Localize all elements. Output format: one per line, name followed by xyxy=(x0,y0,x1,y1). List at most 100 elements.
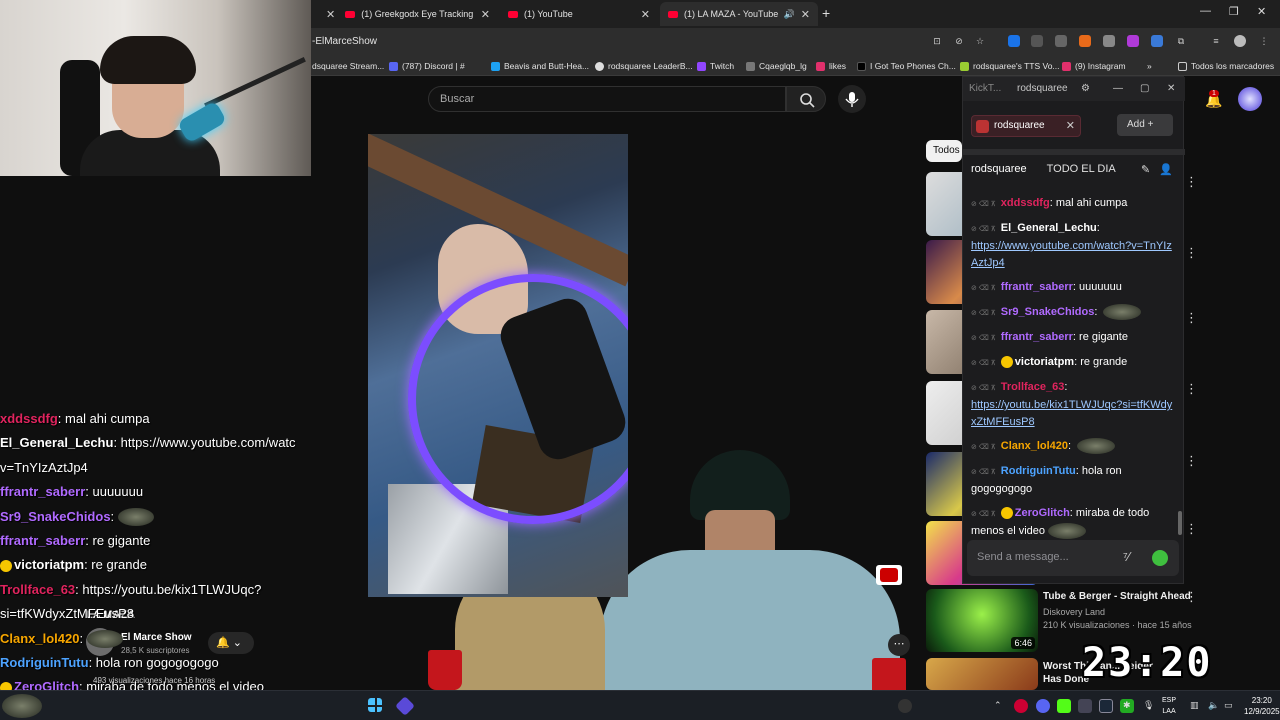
close-window-icon[interactable]: ✕ xyxy=(1257,5,1266,18)
windows-start-icon[interactable] xyxy=(368,698,382,712)
discord-icon[interactable] xyxy=(1036,699,1050,713)
video-player[interactable] xyxy=(368,134,628,597)
star-icon[interactable]: ☆ xyxy=(974,35,986,47)
extension-icon[interactable] xyxy=(1079,35,1091,47)
chat-message[interactable]: ⊘ ⌫ ⊼ ffrantr_saberr: re gigante xyxy=(971,329,1177,347)
bookmark-item[interactable]: rodsquaree's TTS Vo... xyxy=(960,61,1060,71)
moderation-icons[interactable]: ⊘ ⌫ ⊼ xyxy=(971,221,996,238)
more-actions-button[interactable]: ⋯ xyxy=(888,634,910,656)
chat-message[interactable]: ⊘ ⌫ ⊼ Clanx_lol420: xyxy=(971,438,1177,456)
language-indicator[interactable]: ESP LAA xyxy=(1162,695,1176,717)
chat-username[interactable]: xddssdfg xyxy=(1001,197,1050,209)
more-options-icon[interactable]: ⋮ xyxy=(1185,174,1198,190)
app-icon[interactable] xyxy=(395,696,415,716)
bookmark-item[interactable]: (9) Instagram xyxy=(1062,61,1126,71)
chat-username[interactable]: Sr9_SnakeChidos xyxy=(1001,306,1095,318)
chat-username[interactable]: Clanx_lol420 xyxy=(1001,440,1068,452)
chat-link[interactable]: https://youtu.be/kix1TLWJUqc?si=tfKWdyxZ… xyxy=(971,399,1172,428)
more-options-icon[interactable]: ⋮ xyxy=(1185,589,1198,605)
recommendation-title[interactable]: Tube & Berger - Straight Ahead xyxy=(1043,591,1191,602)
more-options-icon[interactable]: ⋮ xyxy=(1185,453,1198,469)
chat-message[interactable]: ⊘ ⌫ ⊼ victoriatpm: re grande xyxy=(971,354,1177,372)
microphone-icon[interactable]: 🎙 xyxy=(1143,700,1154,711)
tray-app-icon[interactable] xyxy=(1014,699,1028,713)
youtube-logo-icon[interactable] xyxy=(876,565,902,585)
close-icon[interactable]: ✕ xyxy=(326,8,335,21)
account-avatar[interactable] xyxy=(1238,87,1262,111)
kicktalk-window-title[interactable]: rodsquaree xyxy=(1017,83,1068,94)
app-icon[interactable] xyxy=(898,699,912,713)
bookmark-item[interactable]: Twitch xyxy=(697,61,734,71)
battery-icon[interactable]: ▭ xyxy=(1224,700,1233,711)
chat-username[interactable]: El_General_Lechu xyxy=(1001,222,1097,234)
chat-message[interactable]: ⊘ ⌫ ⊼ ffrantr_saberr: uuuuuuu xyxy=(971,279,1177,297)
gear-icon[interactable]: ⚙ xyxy=(1081,83,1090,94)
more-options-icon[interactable]: ⋮ xyxy=(1185,310,1198,326)
chat-username[interactable]: ffrantr_saberr xyxy=(1001,281,1073,293)
minimize-icon[interactable]: — xyxy=(1113,83,1123,94)
chat-message[interactable]: ⊘ ⌫ ⊼ RodriguinTutu: hola ron gogogogogo xyxy=(971,463,1177,498)
chat-username[interactable]: Trollface_63 xyxy=(1001,381,1065,393)
voice-search-button[interactable] xyxy=(838,85,866,113)
moderation-icons[interactable]: ⊘ ⌫ ⊼ xyxy=(971,380,996,397)
moderation-icons[interactable]: ⊘ ⌫ ⊼ xyxy=(971,464,996,481)
tab-greekgodx[interactable]: ✕ (1) Greekgodx Eye Tracking Ch... ✕ xyxy=(318,2,498,26)
extension-icon[interactable] xyxy=(1008,35,1020,47)
extension-icon[interactable] xyxy=(1103,35,1115,47)
pin-icon[interactable]: ✎ xyxy=(1141,164,1150,176)
tab-youtube[interactable]: (1) YouTube ✕ xyxy=(500,2,658,26)
chat-username[interactable]: RodriguinTutu xyxy=(1001,465,1076,477)
recommendation-thumbnail[interactable] xyxy=(926,658,1038,690)
bookmark-item[interactable]: likes xyxy=(816,61,846,71)
chat-message[interactable]: ⊘ ⌫ ⊼ Sr9_SnakeChidos: xyxy=(971,304,1177,322)
menu-icon[interactable]: ⋮ xyxy=(1258,35,1270,47)
bookmark-item[interactable]: Beavis and Butt-Hea... xyxy=(491,61,589,71)
bookmark-item[interactable]: Todos los marcadores xyxy=(1178,61,1274,71)
recommendation-channel[interactable]: Diskovery Land xyxy=(1043,607,1105,617)
close-icon[interactable]: ✕ xyxy=(1066,119,1075,132)
system-clock[interactable]: 23:20 12/9/2025 xyxy=(1244,695,1280,717)
translate-icon[interactable]: ⁷⁄ xyxy=(1123,549,1130,564)
network-icon[interactable]: ▥ xyxy=(1190,700,1199,711)
chat-username[interactable]: victoriatpm xyxy=(1015,356,1074,368)
volume-icon[interactable]: 🔈 xyxy=(1208,700,1219,711)
add-channel-button[interactable]: Add + xyxy=(1117,114,1173,136)
chat-message[interactable]: ⊘ ⌫ ⊼ El_General_Lechu: https://www.youtu… xyxy=(971,220,1177,272)
moderation-icons[interactable]: ⊘ ⌫ ⊼ xyxy=(971,506,996,523)
url-text[interactable]: -ElMarceShow xyxy=(312,36,377,47)
chat-message-list[interactable]: ⊘ ⌫ ⊼ xddssdfg: mal ahi cumpa ⊘ ⌫ ⊼ El_Gene… xyxy=(971,195,1177,547)
speaker-icon[interactable]: 🔊 xyxy=(784,9,795,20)
kick-icon[interactable] xyxy=(1057,699,1071,713)
bookmark-item[interactable]: I Got Teo Phones Ch... xyxy=(857,61,956,71)
chat-username[interactable]: ffrantr_saberr xyxy=(1001,331,1073,343)
channel-chip[interactable]: rodsquaree ✕ xyxy=(971,115,1081,137)
steam-icon[interactable] xyxy=(1099,699,1113,713)
close-icon[interactable]: ✕ xyxy=(481,8,490,21)
chat-message[interactable]: ⊘ ⌫ ⊼ ZeroGlitch: miraba de todo menos el… xyxy=(971,505,1177,540)
more-options-icon[interactable]: ⋮ xyxy=(1185,245,1198,261)
search-button[interactable] xyxy=(786,86,826,112)
more-options-icon[interactable]: ⋮ xyxy=(1185,521,1198,537)
user-icon[interactable]: 👤 xyxy=(1159,164,1173,176)
moderation-icons[interactable]: ⊘ ⌫ ⊼ xyxy=(971,330,996,347)
extension-icon[interactable] xyxy=(1151,35,1163,47)
extension-icon[interactable] xyxy=(1127,35,1139,47)
emote-picker-icon[interactable] xyxy=(1152,550,1168,566)
moderation-icons[interactable]: ⊘ ⌫ ⊼ xyxy=(971,280,996,297)
bookmark-item[interactable]: rodsquaree LeaderB... xyxy=(595,61,693,71)
close-icon[interactable]: ✕ xyxy=(1167,83,1175,94)
close-icon[interactable]: ✕ xyxy=(801,8,810,21)
moderation-icons[interactable]: ⊘ ⌫ ⊼ xyxy=(971,439,996,456)
install-icon[interactable]: ⊡ xyxy=(931,35,943,47)
kicktalk-tab[interactable]: KickT... xyxy=(969,83,1001,94)
chat-message[interactable]: ⊘ ⌫ ⊼ Trollface_63: https://youtu.be/kix1… xyxy=(971,379,1177,431)
chat-username[interactable]: ZeroGlitch xyxy=(1015,507,1070,519)
camera-icon[interactable] xyxy=(1055,35,1067,47)
new-tab-icon[interactable]: + xyxy=(822,5,830,21)
tab-search-icon[interactable]: ≡ xyxy=(1210,35,1222,47)
moderation-icons[interactable]: ⊘ ⌫ ⊼ xyxy=(971,355,996,372)
horizontal-scrollbar[interactable] xyxy=(963,149,1185,155)
close-icon[interactable]: ✕ xyxy=(641,8,650,21)
moderation-icons[interactable]: ⊘ ⌫ ⊼ xyxy=(971,305,996,322)
chat-message[interactable]: ⊘ ⌫ ⊼ xddssdfg: mal ahi cumpa xyxy=(971,195,1177,213)
